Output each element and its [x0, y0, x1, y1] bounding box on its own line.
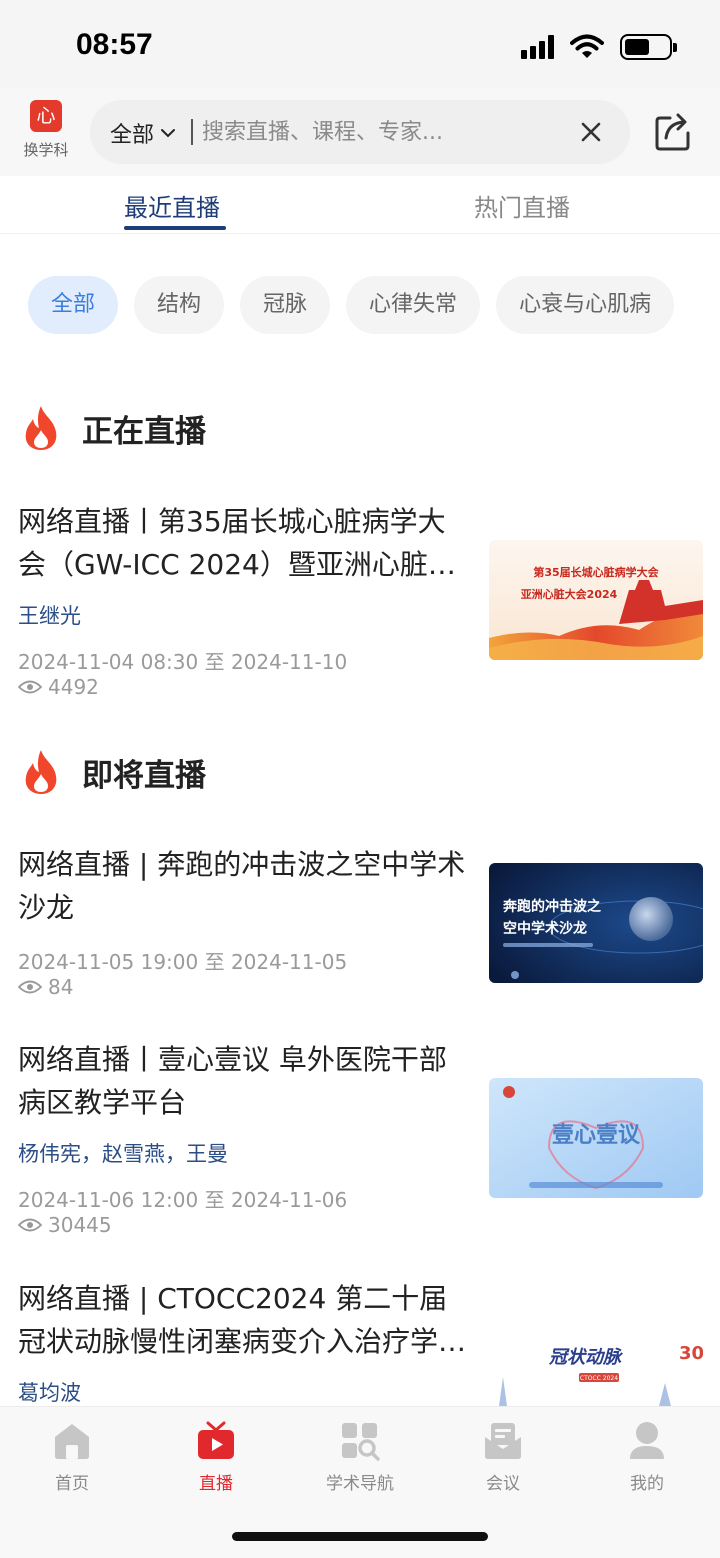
nav-label: 会议 [486, 1474, 520, 1494]
search-separator [191, 119, 193, 145]
nav-label: 首页 [55, 1474, 89, 1494]
nav-label: 学术导航 [326, 1474, 394, 1494]
nav-mine[interactable]: 我的 [597, 1421, 697, 1494]
card-time: 2024-11-04 08:30 至 2024-11-10 [18, 650, 348, 674]
tab-recent-live[interactable]: 最近直播 [124, 188, 220, 223]
live-tabs: 最近直播 热门直播 [0, 176, 720, 234]
category-filter-chips: 全部 结构 冠脉 心律失常 心衰与心肌病 [28, 276, 692, 336]
search-scope-dropdown[interactable]: 全部 [110, 117, 176, 149]
tab-hot-live[interactable]: 热门直播 [474, 188, 570, 223]
chip-coronary[interactable]: 冠脉 [240, 276, 331, 334]
thumb-line2: 空中学术沙龙 [503, 920, 587, 937]
mail-icon [485, 1423, 521, 1459]
thumb-line1: 第35届长城心脏病学大会 [533, 565, 659, 579]
chip-arrhythmia[interactable]: 心律失常 [346, 276, 481, 334]
card-time: 2024-11-05 19:00 至 2024-11-05 [18, 950, 348, 974]
tab-active-indicator [124, 226, 226, 230]
card-thumbnail: 奔跑的冲击波之 空中学术沙龙 [489, 863, 703, 983]
chip-all[interactable]: 全部 [28, 276, 119, 334]
card-views: 4492 [18, 675, 99, 699]
thumb-line1: 壹心壹议 [552, 1123, 641, 1148]
status-icons [521, 34, 677, 60]
eye-icon [18, 1218, 42, 1232]
live-card-fuwai[interactable]: 网络直播丨壹心壹议 阜外医院干部病区教学平台 杨伟宪，赵雪燕，王曼 2024-1… [18, 1038, 708, 1238]
section-upcoming: 即将直播 [20, 748, 206, 796]
thumb-line1: 冠状动脉 [548, 1347, 624, 1368]
nav-label: 我的 [630, 1474, 664, 1494]
grid-search-icon [342, 1423, 380, 1461]
card-title: 网络直播 | 奔跑的冲击波之空中学术沙龙 [18, 848, 466, 924]
card-title: 网络直播丨第35届长城心脏病学大会（GW-ICC 2024）暨亚洲心脏大会202… [18, 505, 456, 581]
switch-subject-button[interactable]: 心 换学科 [18, 100, 74, 160]
nav-home[interactable]: 首页 [22, 1421, 122, 1494]
subject-logo: 心 [30, 100, 62, 132]
share-icon[interactable] [652, 108, 698, 154]
card-thumbnail: 冠状动脉 30 CTOCC 2024 [489, 1317, 703, 1406]
top-header: 心 换学科 全部 [0, 88, 720, 176]
live-card-ctocc[interactable]: 网络直播 | CTOCC2024 第二十届冠状动脉慢性闭塞病变介入治疗学会议 葛… [18, 1277, 708, 1406]
card-title: 网络直播丨壹心壹议 阜外医院干部病区教学平台 [18, 1043, 447, 1119]
card-views: 84 [18, 975, 73, 999]
eye-icon [18, 980, 42, 994]
close-icon[interactable] [576, 117, 606, 147]
search-input[interactable] [202, 114, 542, 150]
card-experts[interactable]: 王继光 [18, 600, 81, 630]
thumb-line2: 亚洲心脏大会2024 [521, 587, 618, 601]
nav-live[interactable]: 直播 [166, 1421, 266, 1494]
status-bar: 08:57 [0, 0, 720, 88]
card-title: 网络直播 | CTOCC2024 第二十届冠状动脉慢性闭塞病变介入治疗学会议 [18, 1282, 467, 1358]
nav-label: 直播 [199, 1474, 233, 1494]
svg-text:30: 30 [679, 1343, 703, 1364]
cellular-signal-icon [521, 35, 554, 59]
thumb-line2: CTOCC 2024 [580, 1375, 618, 1382]
section-live-now: 正在直播 [20, 404, 206, 452]
card-experts[interactable]: 葛均波 [18, 1377, 81, 1406]
chip-structure[interactable]: 结构 [134, 276, 225, 334]
card-views: 30445 [18, 1213, 112, 1237]
home-indicator [232, 1532, 488, 1541]
card-experts[interactable]: 杨伟宪，赵雪燕，王曼 [18, 1138, 228, 1168]
status-time: 08:57 [76, 28, 153, 61]
nav-academic[interactable]: 学术导航 [310, 1421, 410, 1494]
home-icon [55, 1424, 89, 1459]
flame-icon [25, 750, 57, 794]
switch-subject-label: 换学科 [23, 141, 69, 159]
search-bar: 全部 [90, 100, 630, 164]
section-title-live-now: 正在直播 [82, 413, 206, 450]
card-time: 2024-11-06 12:00 至 2024-11-06 [18, 1188, 348, 1212]
section-title-upcoming: 即将直播 [82, 757, 206, 794]
card-views-count: 84 [48, 975, 74, 999]
battery-icon [620, 34, 677, 60]
flame-icon [25, 406, 57, 450]
card-thumbnail: 壹心壹议 [489, 1078, 703, 1198]
card-views-count: 4492 [48, 675, 99, 699]
tv-icon [198, 1421, 234, 1459]
wifi-icon [570, 34, 604, 58]
eye-icon [18, 680, 42, 694]
card-views-count: 30445 [48, 1213, 112, 1237]
search-scope-label: 全部 [110, 123, 155, 148]
card-thumbnail: 第35届长城心脏病学大会 亚洲心脏大会2024 [489, 540, 703, 660]
live-card-shockwave[interactable]: 网络直播 | 奔跑的冲击波之空中学术沙龙 2024-11-05 19:00 至 … [18, 843, 708, 1003]
user-icon [630, 1422, 664, 1459]
thumb-line1: 奔跑的冲击波之 [502, 898, 601, 915]
nav-meeting[interactable]: 会议 [453, 1421, 553, 1494]
chevron-down-icon [161, 129, 176, 138]
chip-heart-failure[interactable]: 心衰与心肌病 [496, 276, 675, 334]
live-card-gwicc[interactable]: 网络直播丨第35届长城心脏病学大会（GW-ICC 2024）暨亚洲心脏大会202… [18, 500, 708, 700]
